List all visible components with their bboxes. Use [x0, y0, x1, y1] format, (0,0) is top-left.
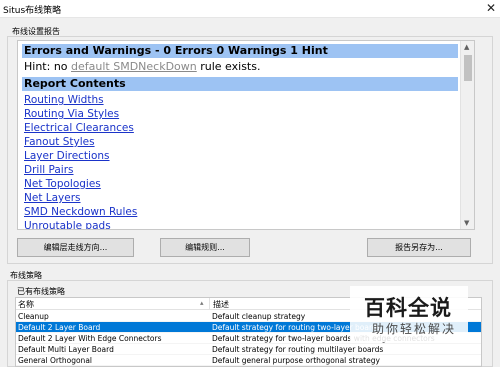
row-description: Default general purpose orthogonal strat…: [212, 356, 380, 365]
scroll-down-icon[interactable]: ▼: [464, 219, 469, 227]
available-strategies-label: 已有布线策略: [17, 287, 65, 296]
hint-suffix: rule exists.: [196, 60, 261, 73]
link-smd-neckdown-rules[interactable]: SMD Neckdown Rules: [22, 205, 458, 219]
row-description: Default strategy for routing multilayer …: [212, 345, 384, 354]
hint-link[interactable]: default SMDNeckDown: [71, 60, 197, 73]
scroll-thumb[interactable]: [464, 55, 472, 81]
column-separator[interactable]: [209, 298, 210, 310]
link-drill-pairs[interactable]: Drill Pairs: [22, 163, 458, 177]
scroll-up-icon[interactable]: ▲: [464, 43, 469, 51]
link-layer-directions[interactable]: Layer Directions: [22, 149, 458, 163]
watermark-brand: 百科全说: [364, 296, 452, 320]
link-electrical-clearances[interactable]: Electrical Clearances: [22, 121, 458, 135]
edit-layer-directions-button[interactable]: 编辑层走线方向...: [17, 238, 134, 257]
row-name: Default Multi Layer Board: [18, 345, 114, 354]
row-name: General Orthogonal: [18, 356, 92, 365]
row-name: Default 2 Layer With Edge Connectors: [18, 334, 162, 343]
edit-rules-button[interactable]: 编辑规则...: [160, 238, 250, 257]
report-panel: Errors and Warnings - 0 Errors 0 Warning…: [17, 40, 475, 230]
hint-prefix: Hint: no: [24, 60, 72, 73]
sort-icon: ▴: [200, 299, 204, 307]
table-row[interactable]: Default Multi Layer Board Default strate…: [16, 344, 481, 355]
window-title: Situs布线策略: [3, 6, 62, 16]
column-description-header[interactable]: 描述: [213, 299, 229, 310]
column-name-header[interactable]: 名称: [18, 299, 34, 310]
link-net-layers[interactable]: Net Layers: [22, 191, 458, 205]
row-name: Cleanup: [18, 312, 49, 321]
contents-header: Report Contents: [22, 77, 458, 91]
close-icon[interactable]: ✕: [486, 1, 496, 15]
link-unroutable-pads[interactable]: Unroutable pads: [22, 219, 458, 229]
link-routing-widths[interactable]: Routing Widths: [22, 93, 458, 107]
watermark-tagline: 助你轻松解决: [372, 322, 457, 336]
title-bar: Situs布线策略 ✕: [0, 0, 500, 18]
link-fanout-styles[interactable]: Fanout Styles: [22, 135, 458, 149]
errors-header: Errors and Warnings - 0 Errors 0 Warning…: [22, 44, 458, 58]
row-name: Default 2 Layer Board: [18, 323, 101, 332]
link-net-topologies[interactable]: Net Topologies: [22, 177, 458, 191]
row-description: Default cleanup strategy: [212, 312, 306, 321]
report-scrollbar[interactable]: ▲ ▼: [460, 41, 474, 229]
report-content: Errors and Warnings - 0 Errors 0 Warning…: [22, 44, 458, 229]
save-report-as-button[interactable]: 报告另存为...: [367, 238, 471, 257]
watermark: 百科全说 助你轻松解决: [350, 286, 468, 342]
hint-line: Hint: no default SMDNeckDown rule exists…: [22, 60, 458, 74]
table-row[interactable]: General Orthogonal Default general purpo…: [16, 355, 481, 366]
link-routing-via-styles[interactable]: Routing Via Styles: [22, 107, 458, 121]
